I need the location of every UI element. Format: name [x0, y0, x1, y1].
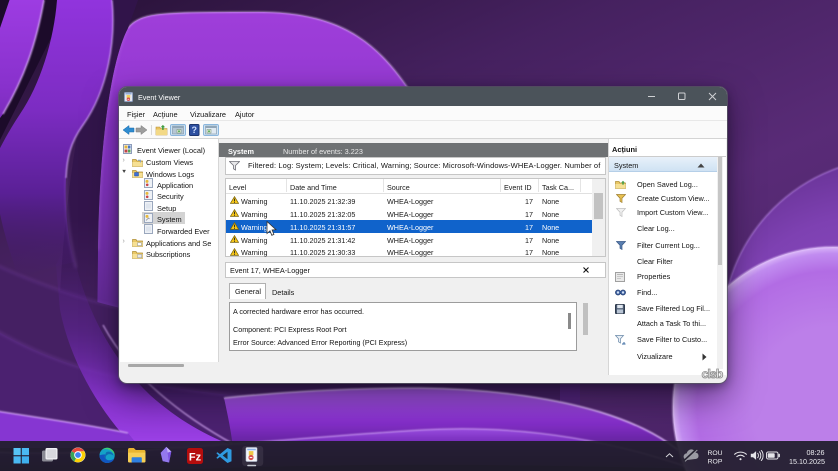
svg-text:clsb: clsb	[702, 367, 723, 381]
svg-text:?: ?	[191, 125, 197, 135]
svg-text:ROP: ROP	[708, 459, 723, 466]
svg-text:15.10.2025: 15.10.2025	[789, 457, 825, 466]
svg-text:Fz: Fz	[189, 451, 202, 463]
svg-text:08:26: 08:26	[807, 448, 825, 457]
svg-text:ROU: ROU	[707, 450, 722, 457]
